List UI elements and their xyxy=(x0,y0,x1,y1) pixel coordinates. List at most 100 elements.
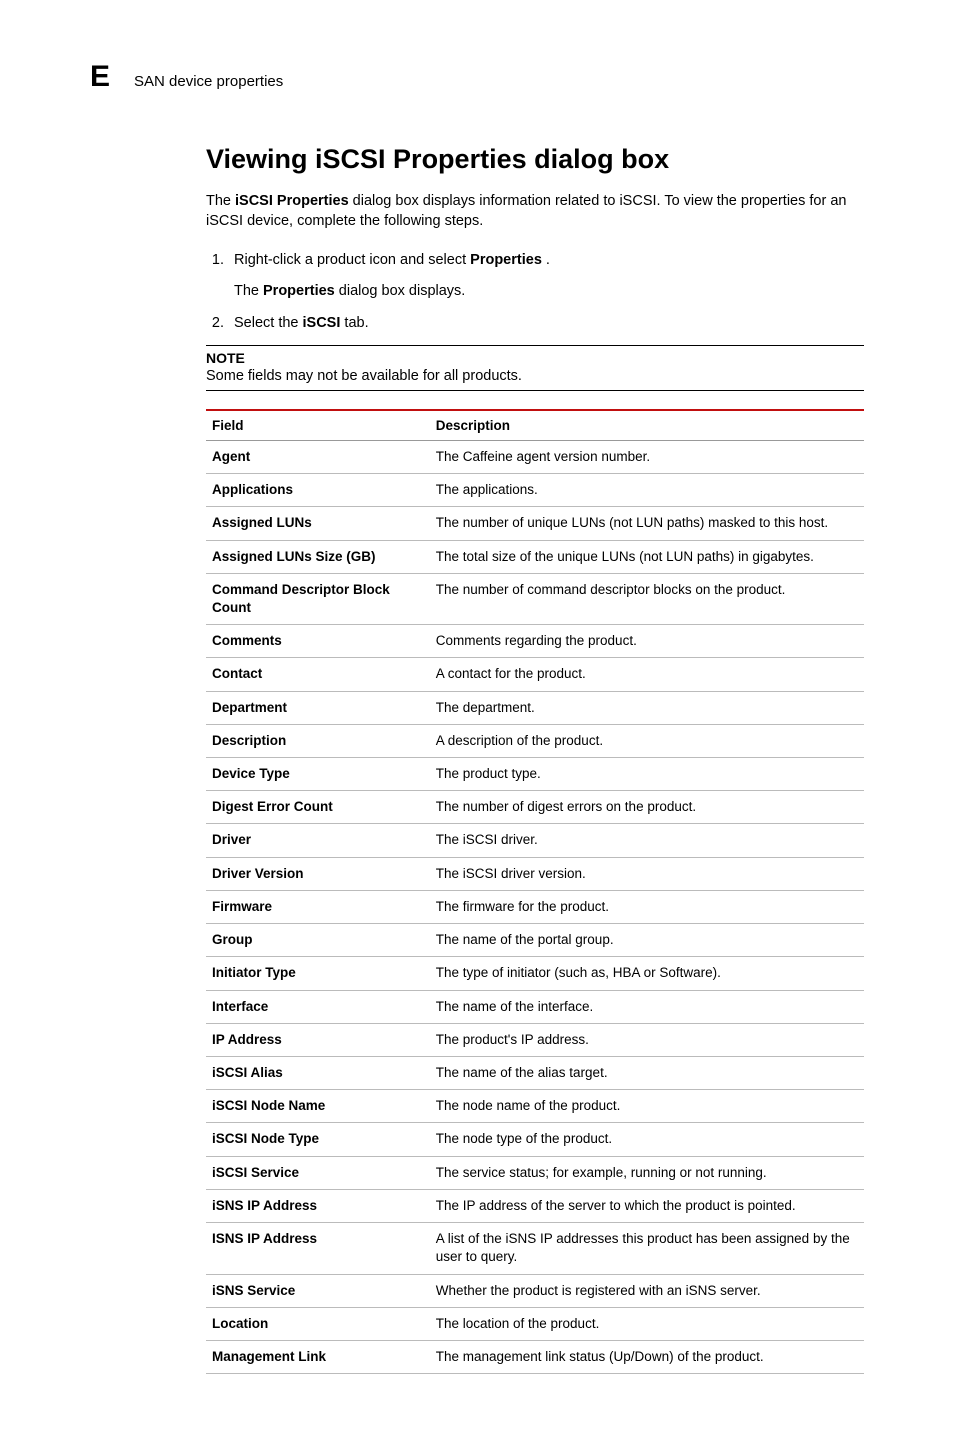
field-name-cell: iSNS Service xyxy=(206,1274,430,1307)
field-name-cell: Agent xyxy=(206,440,430,473)
field-desc-cell: The service status; for example, running… xyxy=(430,1156,864,1189)
appendix-letter: E xyxy=(90,60,110,94)
table-row: Digest Error CountThe number of digest e… xyxy=(206,791,864,824)
field-desc-cell: The iSCSI driver. xyxy=(430,824,864,857)
table-row: CommentsComments regarding the product. xyxy=(206,625,864,658)
table-row: IP AddressThe product's IP address. xyxy=(206,1023,864,1056)
field-desc-cell: The product's IP address. xyxy=(430,1023,864,1056)
table-row: FirmwareThe firmware for the product. xyxy=(206,890,864,923)
field-desc-cell: The name of the interface. xyxy=(430,990,864,1023)
step-1-post: . xyxy=(542,252,550,268)
field-name-cell: Driver Version xyxy=(206,857,430,890)
field-name-cell: Assigned LUNs Size (GB) xyxy=(206,540,430,573)
table-row: iSCSI AliasThe name of the alias target. xyxy=(206,1057,864,1090)
field-name-cell: Description xyxy=(206,724,430,757)
field-name-cell: Firmware xyxy=(206,890,430,923)
table-row: Assigned LUNs Size (GB)The total size of… xyxy=(206,540,864,573)
field-desc-cell: The department. xyxy=(430,691,864,724)
intro-bold-1: iSCSI Properties xyxy=(235,193,349,209)
field-name-cell: Contact xyxy=(206,658,430,691)
section-title: Viewing iSCSI Properties dialog box xyxy=(206,144,864,175)
table-row: AgentThe Caffeine agent version number. xyxy=(206,440,864,473)
step-2-bold: iSCSI xyxy=(303,315,341,331)
field-desc-cell: The firmware for the product. xyxy=(430,890,864,923)
page-header: E SAN device properties xyxy=(90,60,864,94)
field-name-cell: iSCSI Alias xyxy=(206,1057,430,1090)
field-name-cell: Applications xyxy=(206,474,430,507)
note-block: NOTE Some fields may not be available fo… xyxy=(206,345,864,391)
table-row: DescriptionA description of the product. xyxy=(206,724,864,757)
field-desc-cell: The total size of the unique LUNs (not L… xyxy=(430,540,864,573)
field-name-cell: Assigned LUNs xyxy=(206,507,430,540)
field-name-cell: Comments xyxy=(206,625,430,658)
step-1-sub-post: dialog box displays. xyxy=(335,283,466,299)
table-header-field: Field xyxy=(206,410,430,441)
step-1-bold: Properties xyxy=(470,252,542,268)
field-name-cell: Command Descriptor Block Count xyxy=(206,573,430,624)
field-name-cell: Digest Error Count xyxy=(206,791,430,824)
table-row: InterfaceThe name of the interface. xyxy=(206,990,864,1023)
field-desc-cell: The node name of the product. xyxy=(430,1090,864,1123)
table-row: DepartmentThe department. xyxy=(206,691,864,724)
field-desc-cell: A contact for the product. xyxy=(430,658,864,691)
field-name-cell: Group xyxy=(206,924,430,957)
field-name-cell: Location xyxy=(206,1307,430,1340)
table-row: iSNS ServiceWhether the product is regis… xyxy=(206,1274,864,1307)
field-name-cell: Department xyxy=(206,691,430,724)
table-row: Management LinkThe management link statu… xyxy=(206,1340,864,1373)
field-name-cell: Driver xyxy=(206,824,430,857)
table-row: Device TypeThe product type. xyxy=(206,758,864,791)
field-name-cell: Device Type xyxy=(206,758,430,791)
field-desc-cell: The number of unique LUNs (not LUN paths… xyxy=(430,507,864,540)
step-2: Select the iSCSI tab. xyxy=(228,313,864,335)
step-1: Right-click a product icon and select Pr… xyxy=(228,250,864,304)
table-row: ContactA contact for the product. xyxy=(206,658,864,691)
table-row: Command Descriptor Block CountThe number… xyxy=(206,573,864,624)
field-desc-cell: The number of digest errors on the produ… xyxy=(430,791,864,824)
intro-paragraph: The iSCSI Properties dialog box displays… xyxy=(206,191,864,232)
intro-text-pre: The xyxy=(206,193,235,209)
field-desc-cell: The location of the product. xyxy=(430,1307,864,1340)
step-2-pre: Select the xyxy=(234,315,303,331)
field-desc-cell: The IP address of the server to which th… xyxy=(430,1189,864,1222)
table-row: Assigned LUNsThe number of unique LUNs (… xyxy=(206,507,864,540)
field-name-cell: iSCSI Service xyxy=(206,1156,430,1189)
content: Viewing iSCSI Properties dialog box The … xyxy=(206,144,864,1374)
note-label: NOTE xyxy=(206,350,864,366)
field-desc-cell: A list of the iSNS IP addresses this pro… xyxy=(430,1223,864,1274)
field-desc-cell: The name of the portal group. xyxy=(430,924,864,957)
field-desc-cell: The number of command descriptor blocks … xyxy=(430,573,864,624)
field-name-cell: iSCSI Node Type xyxy=(206,1123,430,1156)
table-row: GroupThe name of the portal group. xyxy=(206,924,864,957)
page: E SAN device properties Viewing iSCSI Pr… xyxy=(0,0,954,1434)
field-desc-cell: The applications. xyxy=(430,474,864,507)
table-row: iSNS IP AddressThe IP address of the ser… xyxy=(206,1189,864,1222)
field-desc-cell: The name of the alias target. xyxy=(430,1057,864,1090)
field-name-cell: ISNS IP Address xyxy=(206,1223,430,1274)
field-desc-cell: A description of the product. xyxy=(430,724,864,757)
table-row: Driver VersionThe iSCSI driver version. xyxy=(206,857,864,890)
field-desc-cell: Comments regarding the product. xyxy=(430,625,864,658)
field-name-cell: iSNS IP Address xyxy=(206,1189,430,1222)
field-name-cell: Interface xyxy=(206,990,430,1023)
field-desc-cell: The Caffeine agent version number. xyxy=(430,440,864,473)
table-row: iSCSI Node NameThe node name of the prod… xyxy=(206,1090,864,1123)
table-header-row: Field Description xyxy=(206,410,864,441)
steps-list: Right-click a product icon and select Pr… xyxy=(206,250,864,335)
table-row: LocationThe location of the product. xyxy=(206,1307,864,1340)
field-desc-cell: The product type. xyxy=(430,758,864,791)
note-rule-top xyxy=(206,345,864,346)
page-header-title: SAN device properties xyxy=(134,73,283,90)
field-table: Field Description AgentThe Caffeine agen… xyxy=(206,409,864,1374)
field-desc-cell: Whether the product is registered with a… xyxy=(430,1274,864,1307)
field-name-cell: Management Link xyxy=(206,1340,430,1373)
field-name-cell: Initiator Type xyxy=(206,957,430,990)
step-2-post: tab. xyxy=(340,315,368,331)
table-header-desc: Description xyxy=(430,410,864,441)
table-row: ISNS IP AddressA list of the iSNS IP add… xyxy=(206,1223,864,1274)
note-rule-bottom xyxy=(206,390,864,391)
table-row: iSCSI Node TypeThe node type of the prod… xyxy=(206,1123,864,1156)
table-row: ApplicationsThe applications. xyxy=(206,474,864,507)
field-name-cell: iSCSI Node Name xyxy=(206,1090,430,1123)
table-row: iSCSI ServiceThe service status; for exa… xyxy=(206,1156,864,1189)
